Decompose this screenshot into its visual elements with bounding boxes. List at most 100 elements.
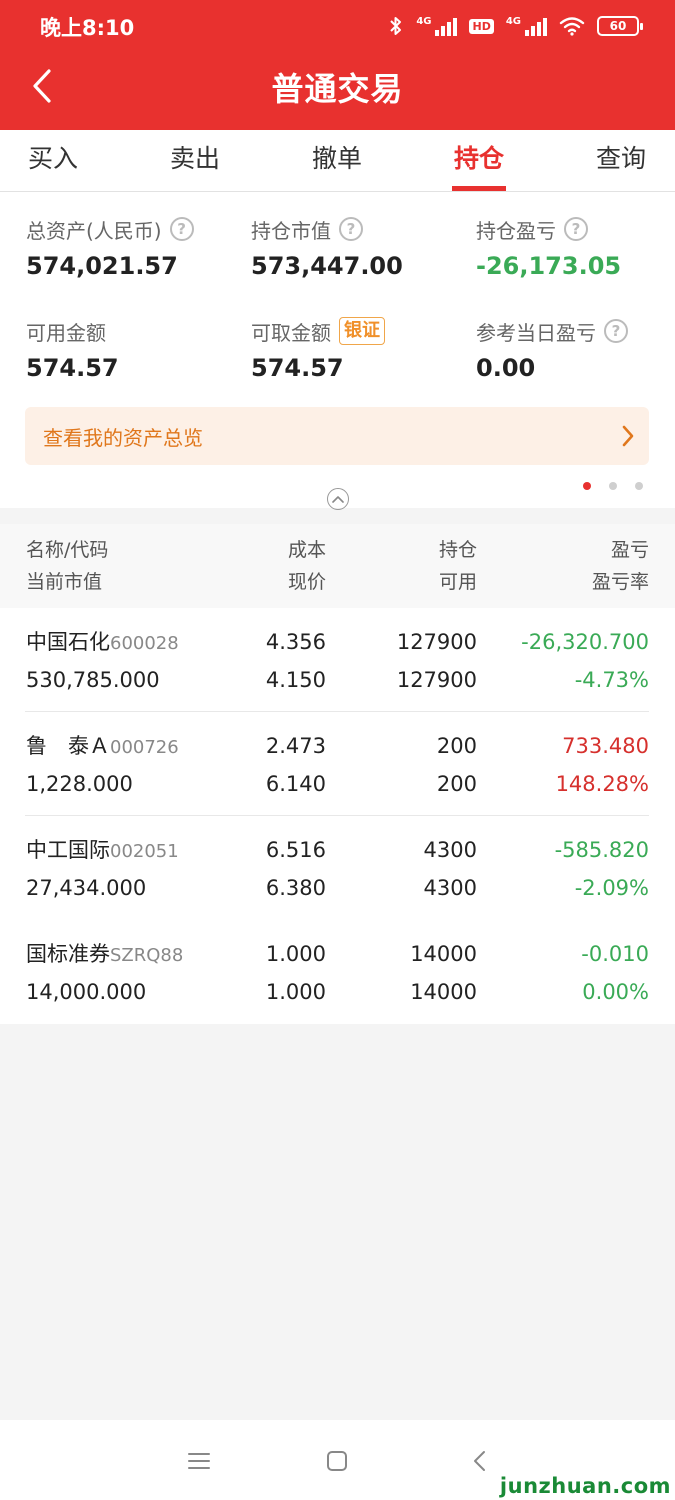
page-dot[interactable] bbox=[635, 482, 643, 490]
stock-position: 14000 bbox=[410, 942, 477, 966]
stock-name-code: 国标准券SZRQ88 bbox=[26, 935, 183, 975]
battery-icon: 60 bbox=[597, 16, 643, 36]
page-dot-active[interactable] bbox=[583, 482, 591, 490]
col-name-code[interactable]: 名称/代码 bbox=[26, 534, 108, 566]
hd-badge: HD bbox=[469, 18, 494, 34]
system-back-button[interactable] bbox=[464, 1448, 494, 1474]
stock-code: 000726 bbox=[110, 737, 179, 758]
help-icon[interactable]: ? bbox=[169, 217, 194, 241]
stock-name: 中工国际 bbox=[26, 838, 110, 862]
stock-pl-rate: -2.09% bbox=[574, 876, 649, 900]
position-pl-label: 持仓盈亏 bbox=[476, 218, 556, 243]
stock-pl: -0.010 bbox=[581, 942, 649, 966]
signal-1-icon: 4G bbox=[416, 16, 458, 36]
holdings-list: 中国石化600028 530,785.000 4.356 4.150 12790… bbox=[0, 608, 675, 1024]
stock-market-value: 14,000.000 bbox=[26, 980, 147, 1004]
withdrawable-label: 可取金额 bbox=[251, 320, 331, 345]
tab-active-indicator bbox=[452, 186, 506, 191]
site-watermark: junzhuan.com bbox=[499, 1474, 671, 1498]
help-icon[interactable]: ? bbox=[564, 217, 588, 241]
holding-row[interactable]: 国标准券SZRQ88 14,000.000 1.000 1.000 14000 … bbox=[0, 920, 675, 1024]
tab-query[interactable]: 查询 bbox=[576, 130, 666, 191]
holding-row[interactable]: 鲁 泰Ａ000726 1,228.000 2.473 6.140 200 200… bbox=[0, 712, 675, 816]
page-indicator bbox=[583, 482, 643, 490]
chevron-up-icon bbox=[332, 496, 344, 503]
stock-pl-rate: 0.00% bbox=[582, 980, 649, 1004]
stock-pl: 733.480 bbox=[562, 734, 649, 758]
page-title: 普通交易 bbox=[271, 70, 404, 108]
account-summary: 总资产(人民币) ? 574,021.57 持仓市值 ? 573,447.00 … bbox=[0, 192, 675, 510]
stock-code: 002051 bbox=[110, 841, 179, 862]
stock-cost: 1.000 bbox=[265, 942, 326, 966]
market-value-label: 持仓市值 bbox=[251, 218, 331, 243]
col-cost[interactable]: 成本 bbox=[288, 534, 326, 566]
collapse-icon[interactable] bbox=[327, 488, 349, 510]
chevron-left-icon bbox=[474, 1451, 485, 1471]
withdrawable-value: 574.57 bbox=[251, 354, 344, 382]
stock-position: 4300 bbox=[423, 838, 477, 862]
stock-name: 中国石化 bbox=[26, 630, 110, 654]
tab-cancel-order[interactable]: 撤单 bbox=[292, 130, 382, 191]
col-pl[interactable]: 盈亏 bbox=[611, 534, 649, 566]
tab-label: 买入 bbox=[27, 144, 78, 173]
stock-available: 127900 bbox=[396, 668, 477, 692]
tab-sell[interactable]: 卖出 bbox=[150, 130, 240, 191]
stock-pl: -585.820 bbox=[554, 838, 649, 862]
status-icons: 4G HD 4G 60 bbox=[388, 12, 643, 40]
col-market-value[interactable]: 当前市值 bbox=[26, 566, 102, 598]
available-value: 574.57 bbox=[26, 354, 119, 382]
stock-market-value: 1,228.000 bbox=[26, 772, 133, 796]
stock-pl: -26,320.700 bbox=[521, 630, 649, 654]
stock-available: 14000 bbox=[410, 980, 477, 1004]
chevron-right-icon bbox=[622, 425, 634, 447]
stock-name-code: 中国石化600028 bbox=[26, 623, 179, 663]
holding-row[interactable]: 中工国际002051 27,434.000 6.516 6.380 4300 4… bbox=[0, 816, 675, 920]
wifi-icon bbox=[559, 17, 585, 36]
stock-price: 4.150 bbox=[265, 668, 326, 692]
app-header: 晚上8:10 4G HD 4G 60 普通交易 bbox=[0, 0, 675, 130]
asset-overview-link[interactable]: 查看我的资产总览 bbox=[25, 407, 649, 465]
stock-position: 200 bbox=[436, 734, 477, 758]
holding-row[interactable]: 中国石化600028 530,785.000 4.356 4.150 12790… bbox=[0, 608, 675, 712]
stock-price: 6.380 bbox=[265, 876, 326, 900]
daily-pl-label: 参考当日盈亏 bbox=[476, 320, 596, 345]
stock-code: SZRQ88 bbox=[110, 945, 184, 966]
bluetooth-icon bbox=[390, 17, 402, 35]
tab-label: 持仓 bbox=[453, 144, 504, 173]
position-pl: 持仓盈亏 ? -26,173.05 bbox=[476, 214, 621, 280]
stock-cost: 6.516 bbox=[265, 838, 326, 862]
stock-position: 127900 bbox=[396, 630, 477, 654]
status-time: 晚上8:10 bbox=[40, 16, 135, 40]
sim1-label: 4G bbox=[416, 16, 432, 27]
col-position[interactable]: 持仓 bbox=[439, 534, 477, 566]
stock-name-code: 中工国际002051 bbox=[26, 831, 179, 871]
stock-pl-rate: 148.28% bbox=[555, 772, 649, 796]
recent-apps-button[interactable] bbox=[184, 1448, 214, 1474]
stock-available: 200 bbox=[436, 772, 477, 796]
available-label: 可用金额 bbox=[26, 320, 106, 345]
total-assets-label: 总资产(人民币) bbox=[26, 218, 162, 243]
tab-buy[interactable]: 买入 bbox=[8, 130, 98, 191]
col-pl-rate[interactable]: 盈亏率 bbox=[592, 566, 649, 598]
available-funds: 可用金额 574.57 bbox=[26, 316, 119, 383]
help-icon[interactable]: ? bbox=[339, 217, 363, 241]
market-value-value: 573,447.00 bbox=[251, 252, 403, 280]
bank-transfer-badge[interactable]: 银证 bbox=[339, 317, 385, 345]
page-dot[interactable] bbox=[609, 482, 617, 490]
daily-pl-value: 0.00 bbox=[476, 354, 536, 382]
stock-pl-rate: -4.73% bbox=[574, 668, 649, 692]
battery-level: 60 bbox=[609, 19, 627, 33]
menu-icon bbox=[188, 1453, 210, 1469]
col-available[interactable]: 可用 bbox=[439, 566, 477, 598]
trade-tabs: 买入 卖出 撤单 持仓 查询 bbox=[0, 130, 675, 192]
tab-label: 撤单 bbox=[311, 144, 362, 173]
home-button[interactable] bbox=[322, 1448, 352, 1474]
help-icon[interactable]: ? bbox=[604, 319, 628, 343]
stock-market-value: 530,785.000 bbox=[26, 668, 160, 692]
tab-holdings[interactable]: 持仓 bbox=[434, 130, 524, 191]
stock-cost: 2.473 bbox=[265, 734, 326, 758]
stock-price: 6.140 bbox=[265, 772, 326, 796]
col-price[interactable]: 现价 bbox=[288, 566, 326, 598]
total-assets: 总资产(人民币) ? 574,021.57 bbox=[26, 214, 194, 280]
sim2-label: 4G bbox=[505, 16, 521, 27]
